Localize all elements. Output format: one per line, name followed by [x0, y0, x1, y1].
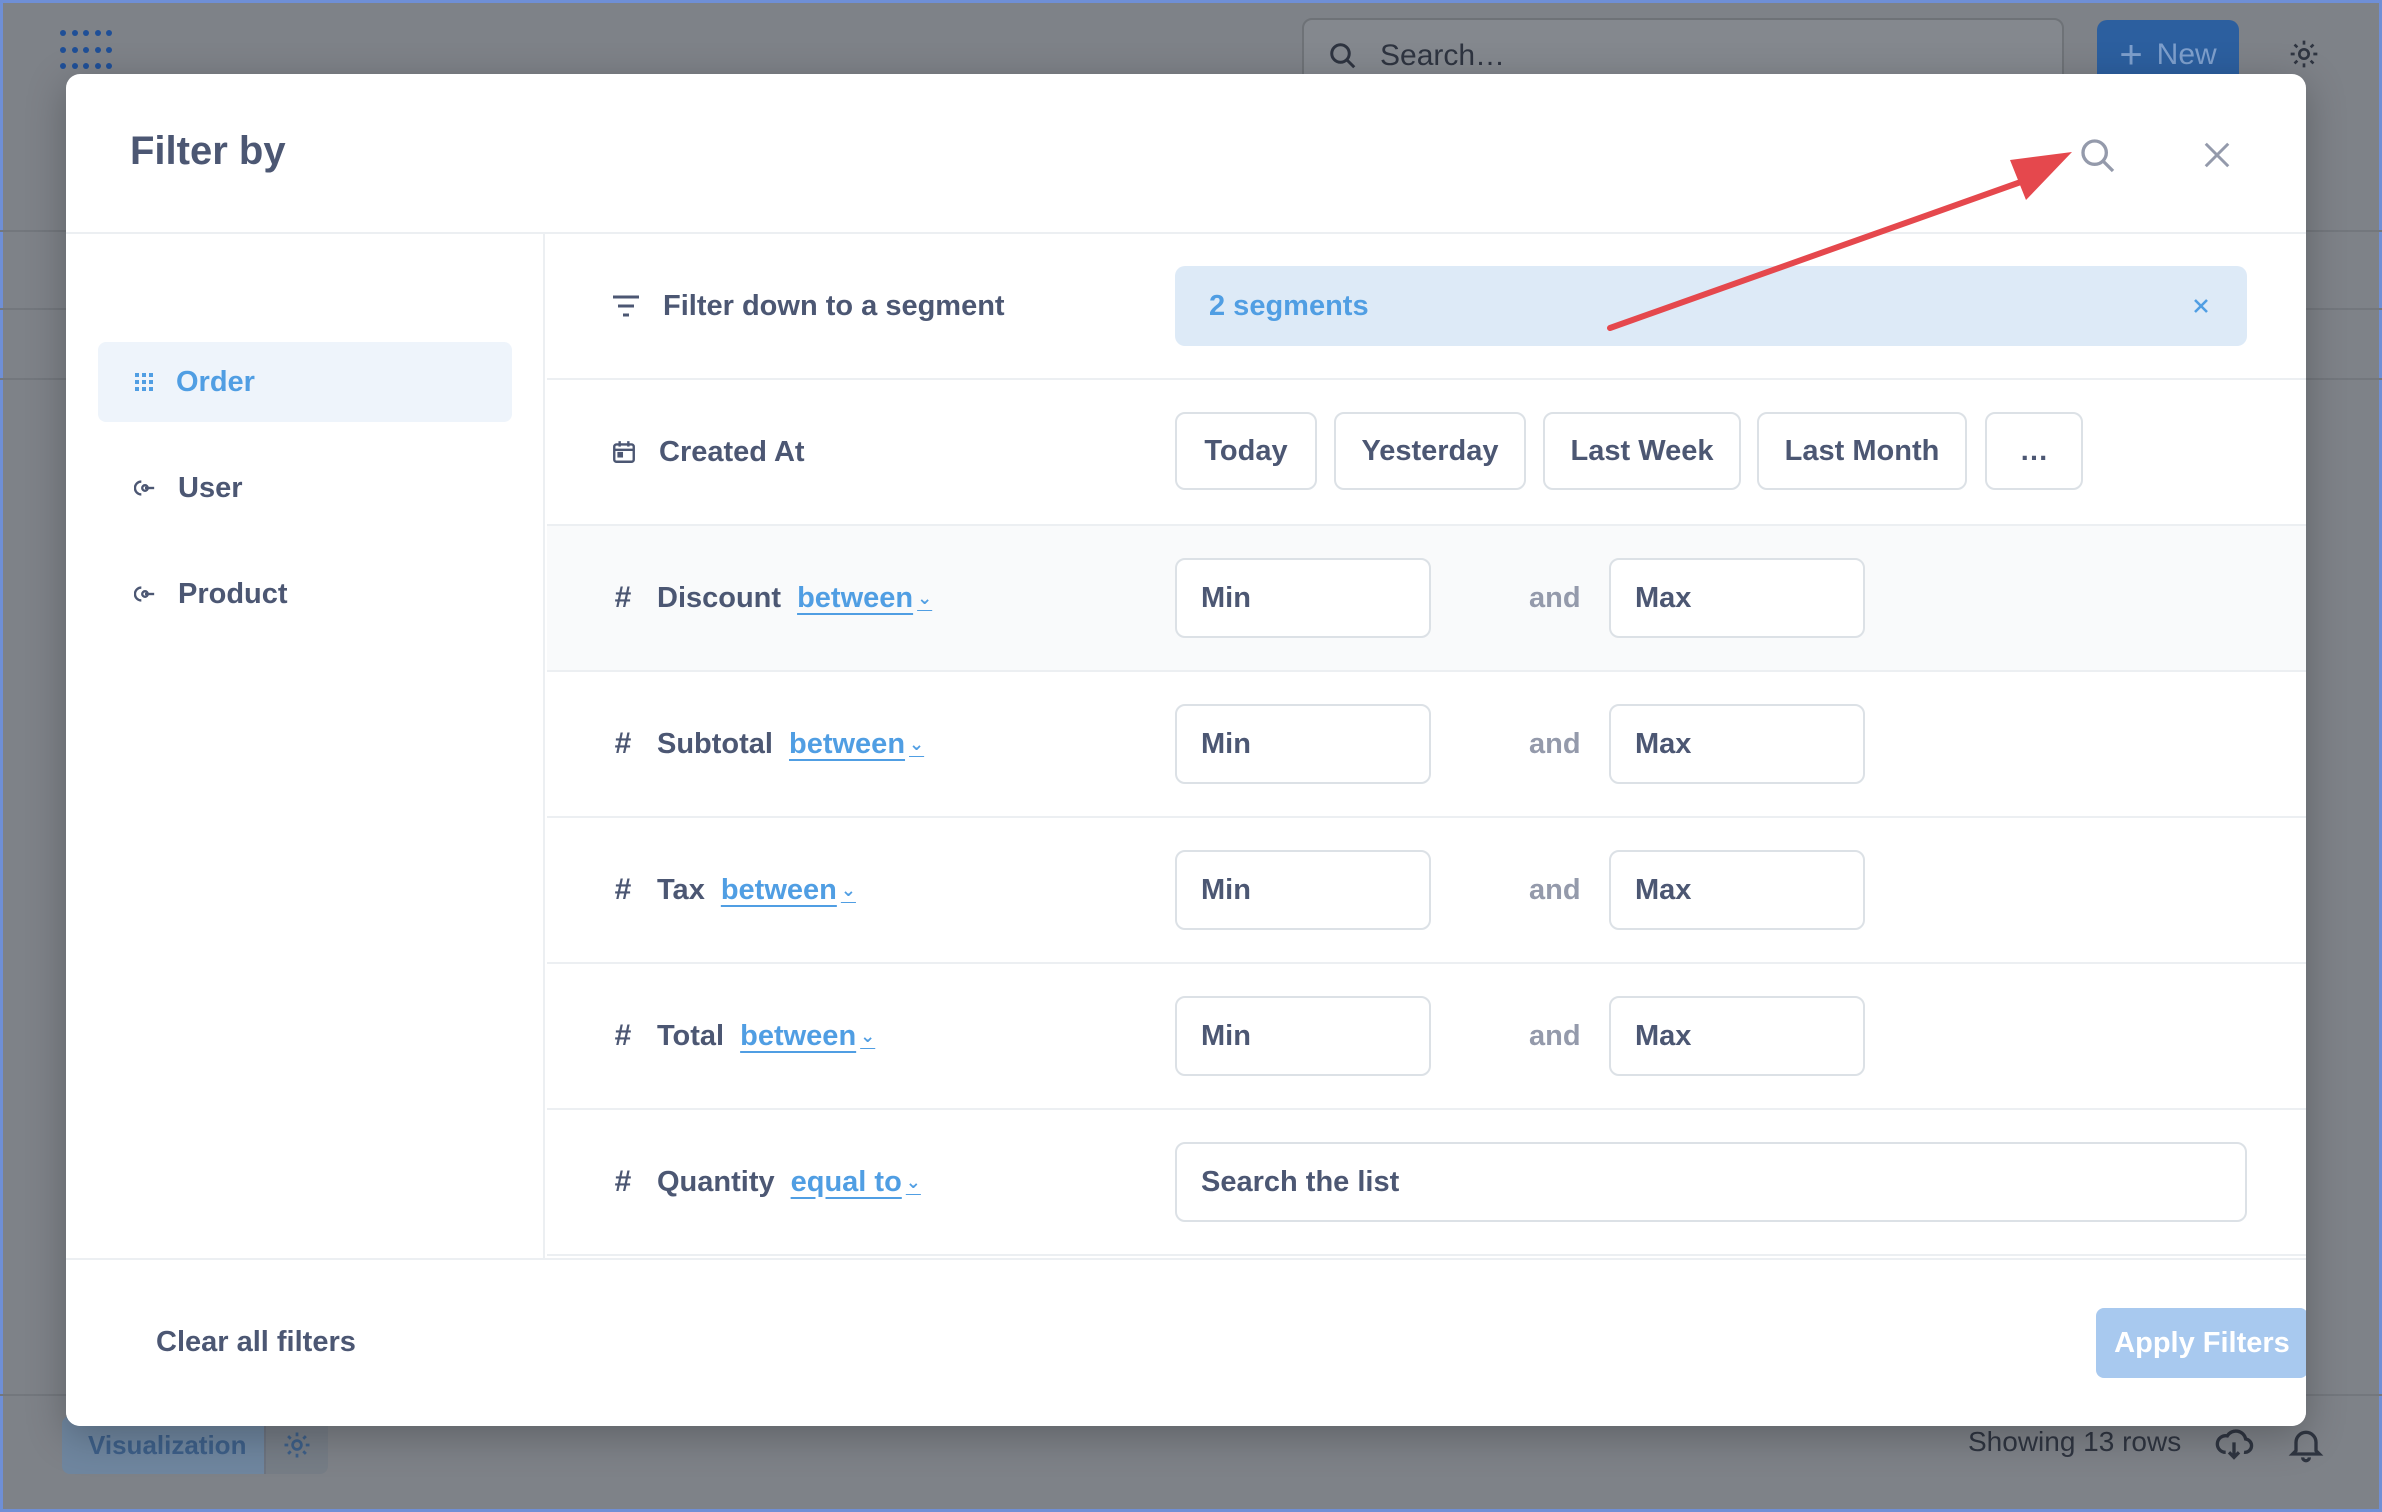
filter-sidebar: Order User Product [66, 234, 545, 1258]
max-input[interactable] [1609, 850, 1865, 930]
min-input[interactable] [1175, 996, 1431, 1076]
number-icon: # [614, 1019, 632, 1052]
clear-all-filters-button[interactable]: Clear all filters [156, 1326, 356, 1359]
quantity-search-input[interactable] [1175, 1142, 2247, 1222]
filter-modal: Filter by Order User Product Filter down… [66, 74, 2306, 1426]
grid-icon [135, 373, 153, 391]
link-icon [134, 480, 155, 496]
chevron-down-icon: ⌄ [917, 587, 933, 608]
total-row: # Total between⌄ and [547, 964, 2306, 1110]
number-icon: # [614, 727, 632, 760]
gear-icon [284, 1432, 310, 1458]
date-shortcut-last-month[interactable]: Last Month [1757, 412, 1967, 490]
search-placeholder: Search… [1380, 39, 1506, 72]
search-icon [1330, 43, 1356, 69]
plus-icon: + [2119, 33, 2143, 77]
number-icon: # [614, 581, 632, 614]
number-icon: # [614, 873, 632, 906]
segment-value: 2 segments [1209, 289, 1369, 322]
quantity-label: # Quantity equal to ⌄ [611, 1165, 921, 1199]
sidebar-item-label: User [178, 471, 243, 504]
chevron-down-icon: ⌄ [860, 1025, 876, 1046]
segment-selector[interactable]: 2 segments [1175, 266, 2247, 346]
date-shortcut-today[interactable]: Today [1175, 412, 1317, 490]
subtotal-row: # Subtotal between⌄ and [547, 672, 2306, 818]
app-logo-icon [60, 30, 114, 76]
new-button-label: New [2156, 38, 2217, 71]
discount-row: # Discount between⌄ and [547, 526, 2306, 672]
quantity-row: # Quantity equal to ⌄ [547, 1110, 2306, 1256]
row-count: Showing 13 rows [1968, 1426, 2182, 1457]
tax-row: # Tax between⌄ and [547, 818, 2306, 964]
sidebar-item-product[interactable]: Product [98, 554, 512, 634]
min-input[interactable] [1175, 850, 1431, 930]
max-input[interactable] [1609, 996, 1865, 1076]
more-date-options-button[interactable]: … [1985, 412, 2083, 490]
sidebar-item-label: Order [176, 365, 255, 398]
date-shortcut-last-week[interactable]: Last Week [1543, 412, 1741, 490]
clear-segment-icon[interactable] [2191, 296, 2211, 316]
sidebar-item-label: Product [178, 577, 288, 610]
filter-icon [613, 295, 639, 317]
tax-label: # Tax between ⌄ [611, 873, 856, 907]
max-input[interactable] [1609, 558, 1865, 638]
created-at-label: Created At [611, 436, 805, 469]
segment-row: Filter down to a segment 2 segments [547, 234, 2306, 380]
segment-label: Filter down to a segment [611, 290, 1005, 323]
and-separator: and [1529, 727, 1581, 760]
bell-icon[interactable] [2286, 1424, 2326, 1464]
operator-dropdown[interactable]: between ⌄ [789, 728, 924, 761]
close-icon[interactable] [2202, 140, 2232, 170]
operator-dropdown[interactable]: between ⌄ [797, 582, 932, 615]
operator-dropdown[interactable]: equal to ⌄ [791, 1166, 921, 1199]
and-separator: and [1529, 873, 1581, 906]
subtotal-label: # Subtotal between ⌄ [611, 727, 924, 761]
chevron-down-icon: ⌄ [909, 733, 925, 754]
and-separator: and [1529, 1019, 1581, 1052]
min-input[interactable] [1175, 704, 1431, 784]
apply-filters-button[interactable]: Apply Filters [2096, 1308, 2306, 1378]
download-icon[interactable] [2214, 1424, 2254, 1464]
sidebar-item-user[interactable]: User [98, 448, 512, 528]
operator-dropdown[interactable]: between ⌄ [740, 1020, 875, 1053]
total-label: # Total between ⌄ [611, 1019, 876, 1053]
settings-gear-icon[interactable] [2288, 38, 2320, 70]
discount-label: # Discount between ⌄ [611, 581, 933, 615]
max-input[interactable] [1609, 704, 1865, 784]
modal-footer: Clear all filters Apply Filters [66, 1258, 2306, 1426]
operator-dropdown[interactable]: between ⌄ [721, 874, 856, 907]
link-icon [134, 586, 155, 602]
calendar-icon [613, 441, 635, 463]
sidebar-item-order[interactable]: Order [98, 342, 512, 422]
search-icon[interactable] [2078, 136, 2118, 176]
chevron-down-icon: ⌄ [840, 879, 856, 900]
date-shortcut-yesterday[interactable]: Yesterday [1334, 412, 1526, 490]
filter-list: Filter down to a segment 2 segments Crea… [547, 234, 2306, 1258]
chevron-down-icon: ⌄ [905, 1171, 921, 1192]
modal-header: Filter by [66, 74, 2306, 234]
and-separator: and [1529, 581, 1581, 614]
modal-title: Filter by [130, 129, 286, 173]
min-input[interactable] [1175, 558, 1431, 638]
created-at-row: Created At Today Yesterday Last Week Las… [547, 380, 2306, 526]
number-icon: # [614, 1165, 632, 1198]
